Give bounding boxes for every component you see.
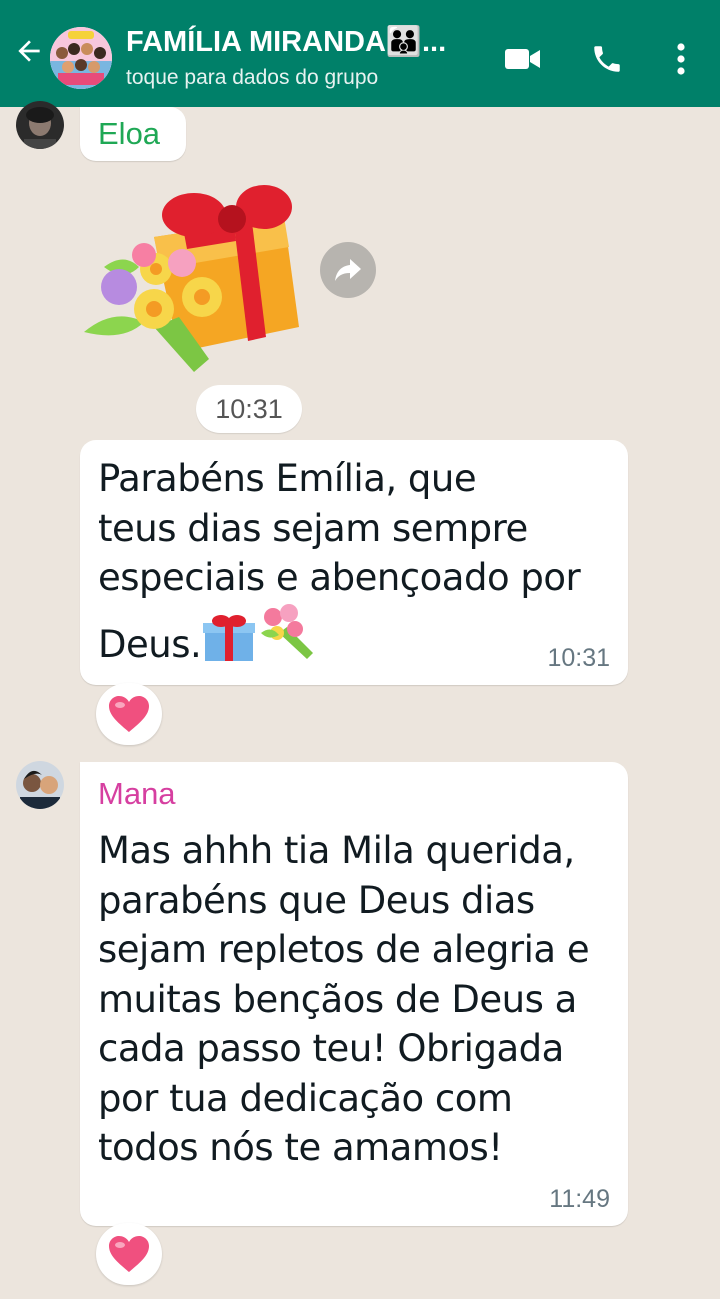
heart-icon	[109, 696, 149, 732]
text-line: especiais e abençoado por	[98, 556, 581, 599]
eloa-avatar[interactable]	[16, 101, 64, 149]
text-line: teus dias sejam sempre	[98, 506, 528, 550]
group-subtitle[interactable]: toque para dados do grupo	[126, 65, 378, 91]
text-line: parabéns que Deus dias	[98, 878, 535, 922]
sender-tag-eloa: Eloa	[80, 107, 186, 161]
message-text: Mas ahhh tia Mila querida, parabéns que …	[98, 826, 618, 1173]
text-line: Parabéns Emília, que	[98, 457, 477, 500]
text-line: todos nós te amamos!	[98, 1126, 503, 1169]
sticker-timestamp: 10:31	[196, 385, 302, 433]
more-options-button[interactable]	[658, 36, 704, 82]
message-timestamp: 10:31	[547, 644, 610, 672]
phone-icon	[594, 46, 620, 72]
reaction-badge[interactable]	[96, 683, 162, 745]
more-vert-icon	[677, 43, 685, 75]
mana-avatar[interactable]	[16, 761, 64, 809]
gift-sticker[interactable]	[84, 177, 304, 377]
sender-name[interactable]: Mana	[98, 776, 176, 812]
text-line: sejam repletos de alegria e	[98, 928, 590, 971]
reaction-badge[interactable]	[96, 1223, 162, 1285]
gift-icon	[201, 613, 257, 676]
text-line: por tua dedicação com	[98, 1076, 513, 1120]
video-call-button[interactable]	[500, 36, 546, 82]
text-line-end: Deus.	[98, 622, 202, 666]
back-button[interactable]	[8, 30, 50, 72]
chat-area[interactable]: Eloa 10:31 Parabéns Emília, que teus dia…	[0, 101, 720, 1299]
message-text: Parabéns Emília, que teus dias sejam sem…	[98, 454, 618, 675]
voice-call-button[interactable]	[584, 36, 630, 82]
back-arrow-icon	[18, 40, 40, 62]
bouquet-icon	[257, 603, 317, 676]
group-title[interactable]: FAMÍLIA MIRANDA👪...	[126, 24, 466, 60]
text-line: Deus.	[98, 603, 618, 676]
message-bubble[interactable]: Parabéns Emília, que teus dias sejam sem…	[80, 440, 628, 685]
sender-name[interactable]: Eloa	[98, 116, 160, 152]
video-call-icon	[505, 49, 540, 69]
text-line: cada passo teu! Obrigada	[98, 1027, 564, 1070]
message-timestamp: 11:49	[549, 1185, 610, 1213]
group-avatar[interactable]	[50, 27, 112, 89]
chat-header: FAMÍLIA MIRANDA👪... toque para dados do …	[0, 0, 720, 107]
message-bubble[interactable]: Mana Mas ahhh tia Mila querida, parabéns…	[80, 762, 628, 1226]
forward-icon	[335, 259, 361, 281]
text-line: Mas ahhh tia Mila querida,	[98, 829, 575, 872]
heart-icon	[109, 1236, 149, 1272]
forward-button[interactable]	[320, 242, 376, 298]
text-line: muitas bençãos de Deus a	[98, 977, 577, 1021]
